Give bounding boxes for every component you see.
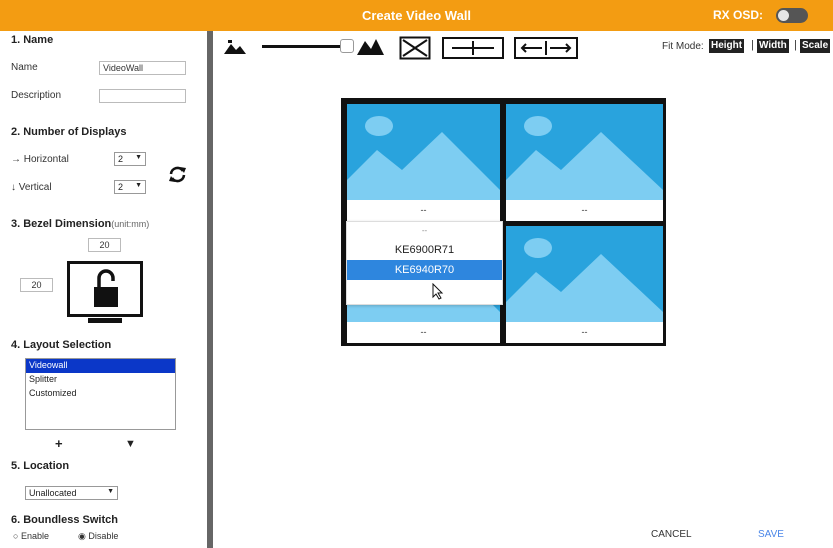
monitor-stand bbox=[88, 318, 122, 323]
image-placeholder-icon bbox=[506, 104, 663, 200]
title-bar: Create Video Wall RX OSD: bbox=[0, 0, 833, 31]
bezel-heading-text: 3. Bezel Dimension bbox=[11, 218, 112, 230]
radio-checked-icon: ◉ bbox=[78, 531, 86, 541]
layout-listbox[interactable]: Videowall Splitter Customized bbox=[25, 358, 176, 430]
description-label: Description bbox=[11, 90, 62, 101]
layout-option-customized[interactable]: Customized bbox=[26, 387, 175, 401]
chevron-down-icon: ▼ bbox=[107, 488, 114, 495]
rx-osd-label: RX OSD: bbox=[713, 8, 764, 22]
chevron-down-icon: ▼ bbox=[135, 182, 142, 189]
cell-label: -- bbox=[506, 322, 663, 343]
rx-osd-toggle[interactable] bbox=[776, 8, 808, 23]
name-label: Name bbox=[11, 62, 38, 73]
dropdown-option-none[interactable]: -- bbox=[347, 222, 502, 240]
add-layout-button[interactable]: + bbox=[55, 436, 63, 451]
fit-scale-button[interactable]: Scale bbox=[800, 39, 831, 53]
dropdown-option-ke6900r71[interactable]: KE6900R71 bbox=[347, 240, 502, 260]
boundless-heading: 6. Boundless Switch bbox=[11, 514, 118, 526]
wall-cell-4[interactable]: -- bbox=[506, 226, 663, 343]
bezel-unit: (unit:mm) bbox=[111, 219, 150, 229]
radio-unchecked-icon: ○ bbox=[13, 531, 19, 541]
zoom-slider-track[interactable] bbox=[262, 45, 344, 48]
layout-down-button[interactable]: ▼ bbox=[125, 438, 136, 450]
cell-label: -- bbox=[347, 322, 500, 343]
layout-option-splitter[interactable]: Splitter bbox=[26, 373, 175, 387]
unlock-icon[interactable] bbox=[94, 269, 118, 309]
wall-cell-1[interactable]: -- bbox=[347, 104, 500, 221]
refresh-icon[interactable] bbox=[167, 164, 188, 185]
boundless-enable-radio[interactable]: ○ Enable bbox=[13, 531, 49, 541]
layout-heading: 4. Layout Selection bbox=[11, 339, 112, 351]
fit-vertical-icon[interactable] bbox=[442, 37, 504, 59]
image-placeholder-icon bbox=[347, 104, 500, 200]
bezel-heading: 3. Bezel Dimension(unit:mm) bbox=[11, 218, 149, 230]
toggle-knob bbox=[778, 10, 789, 21]
bezel-top-input[interactable]: 20 bbox=[88, 238, 121, 252]
fit-full-icon[interactable] bbox=[399, 36, 431, 60]
fit-horizontal-icon[interactable] bbox=[514, 37, 578, 59]
fit-separator: | bbox=[751, 39, 754, 51]
enable-label: Enable bbox=[20, 531, 49, 541]
vertical-value: 2 bbox=[118, 182, 124, 192]
zoom-in-icon[interactable] bbox=[357, 36, 385, 56]
chevron-down-icon: ▼ bbox=[135, 154, 142, 161]
cell-label: -- bbox=[347, 200, 500, 221]
fit-width-button[interactable]: Width bbox=[757, 39, 789, 53]
horizontal-value: 2 bbox=[118, 154, 124, 164]
location-select[interactable]: Unallocated ▼ bbox=[25, 486, 118, 500]
name-heading: 1. Name bbox=[11, 34, 54, 46]
dialog-title: Create Video Wall bbox=[361, 8, 472, 23]
image-placeholder-icon bbox=[506, 226, 663, 322]
displays-heading: 2. Number of Displays bbox=[11, 126, 127, 138]
wall-cell-2[interactable]: -- bbox=[506, 104, 663, 221]
bezel-left-input[interactable]: 20 bbox=[20, 278, 53, 292]
location-heading: 5. Location bbox=[11, 460, 70, 472]
layout-option-videowall[interactable]: Videowall bbox=[26, 359, 175, 373]
zoom-slider-handle[interactable] bbox=[340, 39, 354, 53]
horizontal-select[interactable]: 2 ▼ bbox=[114, 152, 146, 166]
vertical-select[interactable]: 2 ▼ bbox=[114, 180, 146, 194]
mouse-cursor-icon bbox=[432, 283, 444, 300]
fit-mode-label: Fit Mode: bbox=[662, 41, 704, 52]
fit-separator: | bbox=[794, 39, 797, 51]
dropdown-option-ke6940r70[interactable]: KE6940R70 bbox=[347, 260, 502, 280]
cell-label: -- bbox=[506, 200, 663, 221]
fit-height-button[interactable]: Height bbox=[709, 39, 745, 53]
location-value: Unallocated bbox=[29, 488, 77, 498]
boundless-disable-radio[interactable]: ◉ Disable bbox=[78, 531, 118, 542]
vertical-label: ↓ Vertical bbox=[11, 182, 52, 193]
disable-label: Disable bbox=[88, 531, 119, 541]
name-input[interactable]: VideoWall bbox=[99, 61, 186, 75]
receiver-dropdown[interactable]: -- KE6900R71 KE6940R70 bbox=[346, 221, 503, 305]
save-button[interactable]: SAVE bbox=[758, 529, 784, 540]
cancel-button[interactable]: CANCEL bbox=[651, 529, 692, 540]
description-input[interactable] bbox=[99, 89, 186, 103]
zoom-out-icon[interactable] bbox=[224, 38, 250, 56]
horizontal-label: → Horizontal bbox=[11, 154, 69, 165]
